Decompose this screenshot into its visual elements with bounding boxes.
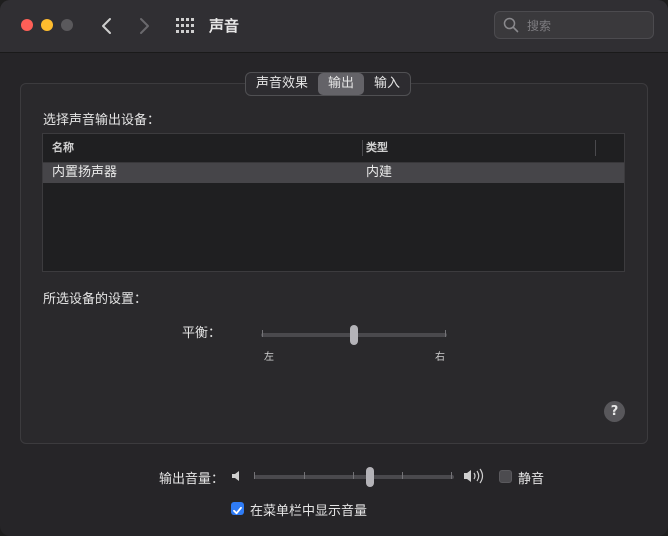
table-row[interactable]: 内置扬声器 内建 [43, 163, 624, 183]
output-volume-slider[interactable] [252, 464, 456, 490]
volume-tick [451, 472, 452, 479]
balance-right-label: 右 [435, 352, 445, 363]
balance-slider[interactable] [258, 322, 450, 348]
mute-label: 静音 [518, 472, 545, 487]
output-device-table[interactable]: 名称 类型 内置扬声器 内建 [42, 133, 625, 272]
select-output-device-label: 选择声音输出设备： [43, 113, 161, 128]
volume-slider-knob[interactable] [366, 467, 375, 487]
balance-tick-right [445, 330, 446, 337]
close-window-button[interactable] [21, 19, 33, 31]
output-volume-label: 输出音量： [159, 472, 225, 487]
device-type: 内建 [366, 165, 393, 180]
search-icon [503, 17, 519, 33]
volume-tick [353, 472, 354, 479]
chevron-right-icon [140, 18, 149, 34]
chevron-left-icon [102, 18, 111, 34]
minimize-window-button[interactable] [41, 19, 53, 31]
forward-button[interactable] [133, 14, 155, 38]
back-button[interactable] [96, 14, 118, 38]
window-title: 声音 [209, 17, 240, 35]
checkmark-icon [233, 506, 242, 515]
mute-checkbox[interactable] [499, 470, 512, 483]
volume-tick [304, 472, 305, 479]
speaker-high-icon [464, 468, 484, 484]
volume-slider-track [254, 475, 454, 479]
column-header-name[interactable]: 名称 [52, 134, 74, 162]
help-button[interactable]: ? [604, 401, 625, 422]
show-all-button[interactable] [175, 17, 195, 35]
column-divider [595, 140, 596, 156]
volume-tick [402, 472, 403, 479]
tab-output[interactable]: 输出 [318, 73, 365, 95]
column-header-type[interactable]: 类型 [366, 134, 388, 162]
balance-slider-knob[interactable] [349, 325, 358, 345]
search-field[interactable] [494, 11, 654, 39]
balance-tick-left [262, 330, 263, 337]
show-volume-in-menu-bar-checkbox[interactable] [231, 502, 244, 515]
speaker-low-icon [232, 471, 239, 481]
balance-left-label: 左 [264, 352, 274, 363]
selected-device-settings-label: 所选设备的设置： [43, 292, 148, 307]
volume-tick [254, 472, 255, 479]
show-volume-in-menu-bar-label: 在菜单栏中显示音量 [250, 504, 368, 519]
column-divider [362, 140, 363, 156]
tab-sound-effects[interactable]: 声音效果 [246, 73, 318, 95]
tab-input[interactable]: 输入 [364, 73, 410, 95]
tab-bar: 声音效果 输出 输入 [245, 72, 412, 96]
device-name: 内置扬声器 [52, 165, 118, 180]
balance-label: 平衡： [182, 326, 222, 341]
sound-preferences-window: 声音 声音效果 输出 输入 选择声音输出设备： 名称 类型 内置扬声器 内建 所… [0, 0, 668, 536]
title-bar: 声音 [0, 0, 668, 53]
zoom-window-button[interactable] [61, 19, 73, 31]
grid-icon [176, 18, 194, 33]
search-input[interactable] [525, 14, 649, 38]
